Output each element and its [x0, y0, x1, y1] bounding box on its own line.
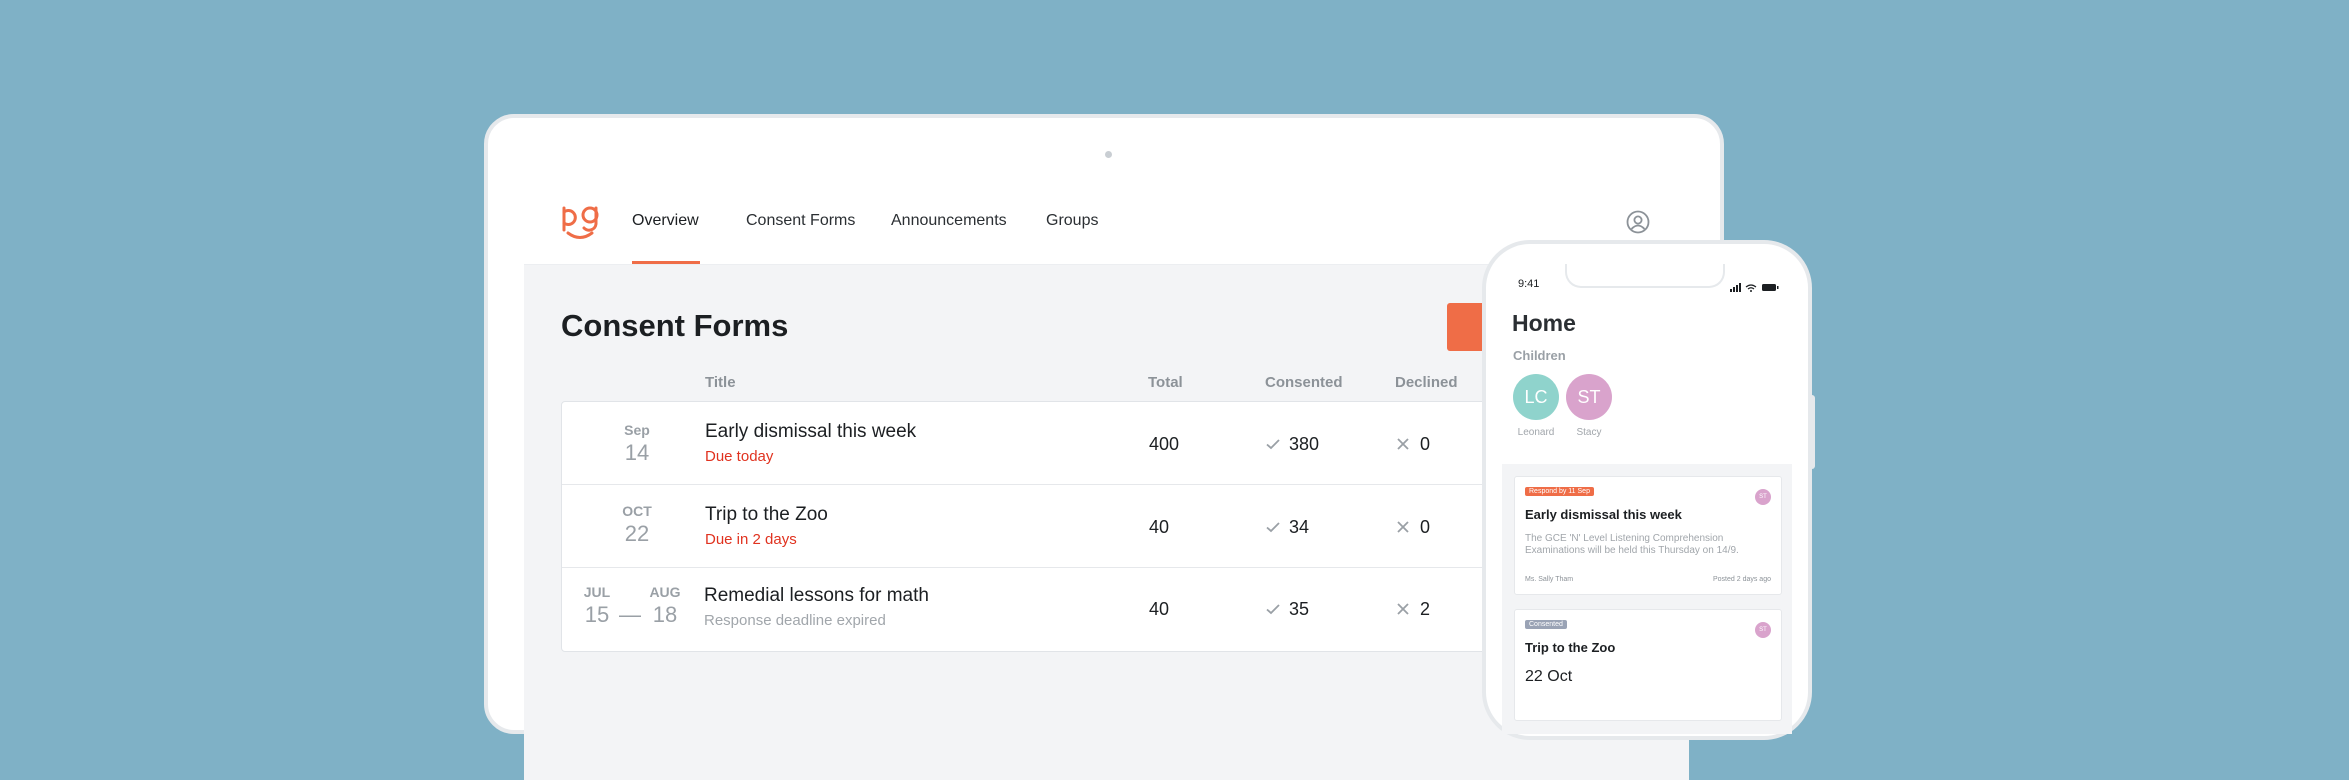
nav-announcements[interactable]: Announcements — [891, 212, 1007, 230]
date-month-start: JUL — [583, 584, 611, 600]
close-icon — [1395, 436, 1411, 452]
date-month: OCT — [622, 503, 652, 519]
column-header-consented: Consented — [1265, 374, 1343, 391]
avatar: ST — [1755, 489, 1771, 505]
column-header-total: Total — [1148, 374, 1183, 391]
child-name: Leonard — [1517, 427, 1555, 438]
total-count: 40 — [1149, 517, 1170, 537]
form-status: Response deadline expired — [704, 612, 886, 629]
total-count: 400 — [1149, 434, 1180, 454]
form-title[interactable]: Remedial lessons for math — [704, 585, 929, 607]
consent-forms-table: Sep 14 Early dismissal this week Due tod… — [561, 401, 1563, 652]
check-icon — [1265, 519, 1281, 535]
status-time: 9:41 — [1518, 278, 1540, 290]
declined-count: 0 — [1420, 434, 1431, 454]
status-badge: Consented — [1525, 620, 1567, 629]
phone-screen: 9:41 Home Children LC Leonard ST Stacy R… — [1502, 264, 1792, 734]
table-row[interactable]: Sep 14 Early dismissal this week Due tod… — [562, 402, 1562, 485]
consented-count: 35 — [1289, 599, 1310, 619]
consented-count: 34 — [1289, 517, 1310, 537]
child-avatar-stacy[interactable]: ST — [1566, 374, 1612, 420]
date-month: Sep — [624, 422, 650, 438]
table-row[interactable]: JUL 15 — AUG 18 Remedial lessons for mat… — [562, 568, 1562, 650]
date-range-separator: — — [619, 602, 641, 627]
form-title[interactable]: Trip to the Zoo — [705, 504, 828, 526]
card-author: Ms. Sally Tham — [1525, 576, 1574, 583]
page-title: Consent Forms — [561, 308, 789, 343]
date-day-start: 15 — [584, 602, 610, 627]
total-count: 40 — [1149, 599, 1170, 619]
check-icon — [1265, 601, 1281, 617]
form-status: Due in 2 days — [705, 531, 797, 548]
pg-logo-icon — [560, 200, 600, 244]
declined-count: 0 — [1420, 517, 1431, 537]
card-title: Trip to the Zoo — [1525, 640, 1616, 655]
nav-consent-forms[interactable]: Consent Forms — [746, 212, 855, 230]
avatar: ST — [1755, 622, 1771, 638]
phone-feed: Respond by 11 Sep ST Early dismissal thi… — [1502, 464, 1792, 734]
form-status: Due today — [705, 448, 774, 465]
phone-frame: 9:41 Home Children LC Leonard ST Stacy R… — [1482, 240, 1812, 740]
column-header-declined: Declined — [1395, 374, 1458, 391]
status-badge: Respond by 11 Sep — [1525, 487, 1594, 496]
active-tab-indicator — [632, 261, 700, 264]
form-title[interactable]: Early dismissal this week — [705, 421, 916, 443]
user-circle-icon[interactable] — [1626, 210, 1650, 234]
nav-groups[interactable]: Groups — [1046, 212, 1098, 230]
close-icon — [1395, 601, 1411, 617]
phone-notch — [1565, 264, 1725, 288]
nav-overview[interactable]: Overview — [632, 212, 699, 230]
feed-card[interactable]: Respond by 11 Sep ST Early dismissal thi… — [1514, 476, 1782, 595]
date-day: 14 — [624, 440, 650, 465]
children-label: Children — [1513, 348, 1566, 363]
feed-card[interactable]: Consented ST Trip to the Zoo 22 Oct — [1514, 609, 1782, 721]
card-title: Early dismissal this week — [1525, 507, 1682, 522]
close-icon — [1395, 519, 1411, 535]
card-posted: Posted 2 days ago — [1713, 576, 1771, 583]
date-month-end: AUG — [649, 584, 681, 600]
date-day-end: 18 — [652, 602, 678, 627]
consented-count: 380 — [1289, 434, 1320, 454]
card-date: 22 Oct — [1525, 668, 1573, 685]
date-day: 22 — [624, 521, 650, 546]
card-text: The GCE 'N' Level Listening Comprehensio… — [1525, 533, 1739, 556]
phone-home-title: Home — [1512, 310, 1576, 336]
declined-count: 2 — [1420, 599, 1431, 619]
child-name: Stacy — [1576, 427, 1602, 438]
column-header-title: Title — [705, 374, 736, 391]
status-icons — [1730, 280, 1780, 298]
table-row[interactable]: OCT 22 Trip to the Zoo Due in 2 days 40 … — [562, 485, 1562, 568]
tablet-camera — [1105, 151, 1112, 158]
child-avatar-leonard[interactable]: LC — [1513, 374, 1559, 420]
check-icon — [1265, 436, 1281, 452]
